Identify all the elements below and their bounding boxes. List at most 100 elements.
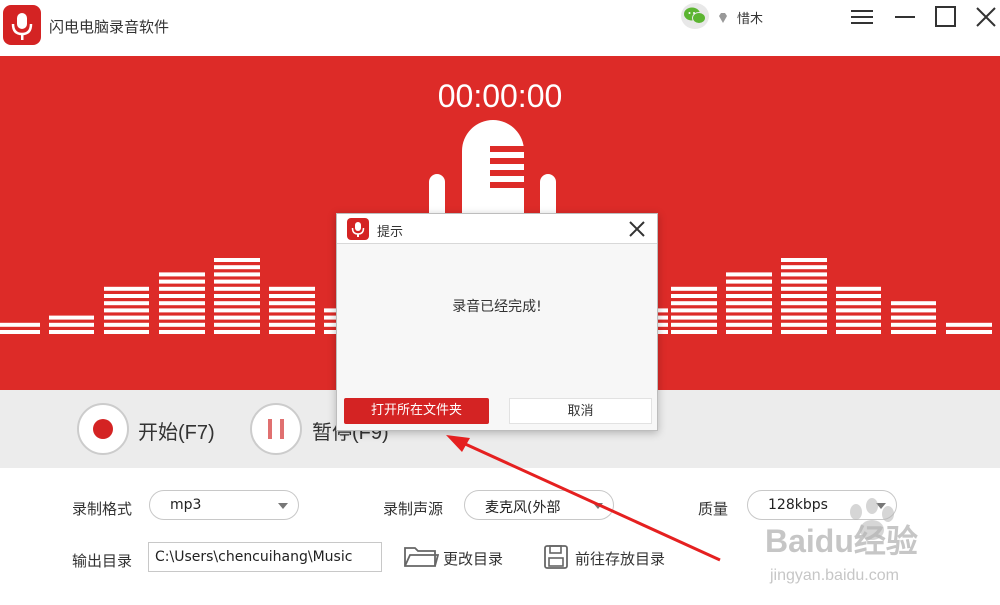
equalizer-segment (891, 322, 936, 327)
equalizer-segment (49, 330, 94, 334)
equalizer-segment (781, 286, 827, 291)
equalizer-segment (836, 286, 881, 291)
equalizer-segment (159, 322, 205, 327)
equalizer-segment (836, 301, 881, 306)
equalizer-segment (159, 272, 205, 277)
equalizer-segment (891, 301, 936, 306)
format-select[interactable]: mp3 (149, 490, 299, 520)
dialog-message: 录音已经完成! (452, 299, 542, 315)
dialog-body: 录音已经完成! (337, 244, 657, 394)
equalizer-segment (671, 308, 717, 313)
equalizer-segment (781, 258, 827, 262)
equalizer-segment (726, 286, 772, 291)
equalizer-segment (159, 279, 205, 284)
equalizer-segment (49, 322, 94, 327)
start-record-button[interactable] (77, 403, 129, 455)
app-title: 闪电电脑录音软件 (49, 18, 170, 36)
equalizer-segment (671, 322, 717, 327)
equalizer-segment (214, 330, 260, 334)
equalizer-segment (269, 322, 315, 327)
close-icon[interactable] (627, 219, 647, 239)
source-select[interactable]: 麦克风(外部 (464, 490, 614, 520)
close-icon[interactable] (973, 4, 999, 30)
equalizer-segment (726, 272, 772, 277)
equalizer-segment (214, 315, 260, 320)
dialog-footer: 打开所在文件夹 取消 (337, 394, 657, 430)
app-logo-icon (3, 5, 41, 45)
equalizer-segment (726, 315, 772, 320)
output-path-field[interactable]: C:\Users\chencuihang\Music (148, 542, 382, 572)
menu-icon[interactable] (849, 4, 875, 30)
equalizer-segment (214, 272, 260, 277)
quality-select[interactable]: 128kbps (747, 490, 897, 520)
equalizer-segment (726, 308, 772, 313)
equalizer-segment (836, 294, 881, 298)
app-logo-icon (347, 218, 369, 240)
equalizer-segment (269, 315, 315, 320)
chevron-down-icon (593, 503, 603, 509)
output-path-value: C:\Users\chencuihang\Music (155, 549, 353, 565)
wechat-icon[interactable] (681, 3, 709, 29)
equalizer-segment (726, 330, 772, 334)
format-label: 录制格式 (72, 500, 133, 518)
equalizer-segment (891, 308, 936, 313)
equalizer-segment (671, 286, 717, 291)
equalizer-segment (104, 301, 149, 306)
equalizer-segment (781, 308, 827, 313)
equalizer-segment (781, 294, 827, 298)
equalizer-segment (726, 322, 772, 327)
cancel-button[interactable]: 取消 (509, 398, 652, 424)
open-dir-button[interactable]: 前往存放目录 (543, 542, 683, 572)
username[interactable]: 惜木 (737, 8, 763, 27)
record-dot-icon (93, 419, 113, 439)
equalizer-segment (836, 322, 881, 327)
equalizer-segment (0, 322, 40, 327)
equalizer-segment (269, 294, 315, 298)
equalizer-segment (726, 294, 772, 298)
minimize-icon[interactable] (892, 4, 918, 30)
quality-label: 质量 (698, 500, 729, 518)
equalizer-segment (159, 294, 205, 298)
equalizer-segment (214, 308, 260, 313)
chevron-down-icon (876, 503, 886, 509)
equalizer-segment (836, 315, 881, 320)
pause-record-button[interactable] (250, 403, 302, 455)
equalizer-segment (726, 279, 772, 284)
equalizer-segment (104, 330, 149, 334)
equalizer-segment (104, 294, 149, 298)
completion-dialog: 提示 录音已经完成! 打开所在文件夹 取消 (336, 213, 658, 431)
equalizer-segment (214, 265, 260, 270)
recording-timer: 00:00:00 (437, 78, 563, 114)
equalizer-segment (781, 301, 827, 306)
equalizer-segment (269, 286, 315, 291)
open-folder-button[interactable]: 打开所在文件夹 (344, 398, 489, 424)
output-label: 输出目录 (72, 552, 133, 570)
equalizer-segment (836, 330, 881, 334)
equalizer-segment (946, 330, 992, 334)
equalizer-segment (159, 330, 205, 334)
equalizer-segment (891, 330, 936, 334)
equalizer-segment (159, 315, 205, 320)
equalizer-segment (781, 272, 827, 277)
equalizer-segment (269, 301, 315, 306)
source-label: 录制声源 (383, 500, 444, 518)
start-record-label[interactable]: 开始(F7) (138, 416, 215, 445)
equalizer-segment (781, 315, 827, 320)
source-value: 麦克风(外部 (485, 500, 561, 516)
equalizer-segment (836, 308, 881, 313)
equalizer-segment (214, 258, 260, 262)
equalizer-segment (946, 322, 992, 327)
change-dir-button[interactable]: 更改目录 (403, 542, 513, 572)
folder-icon (403, 544, 440, 570)
equalizer-segment (891, 315, 936, 320)
change-dir-label: 更改目录 (443, 550, 504, 568)
save-icon (543, 544, 569, 570)
dialog-title: 提示 (377, 225, 404, 240)
equalizer-segment (0, 330, 40, 334)
equalizer-segment (671, 294, 717, 298)
equalizer-segment (269, 330, 315, 334)
maximize-icon[interactable] (932, 4, 958, 30)
equalizer-segment (726, 301, 772, 306)
dialog-header: 提示 (337, 214, 657, 244)
pause-icon (268, 419, 272, 439)
